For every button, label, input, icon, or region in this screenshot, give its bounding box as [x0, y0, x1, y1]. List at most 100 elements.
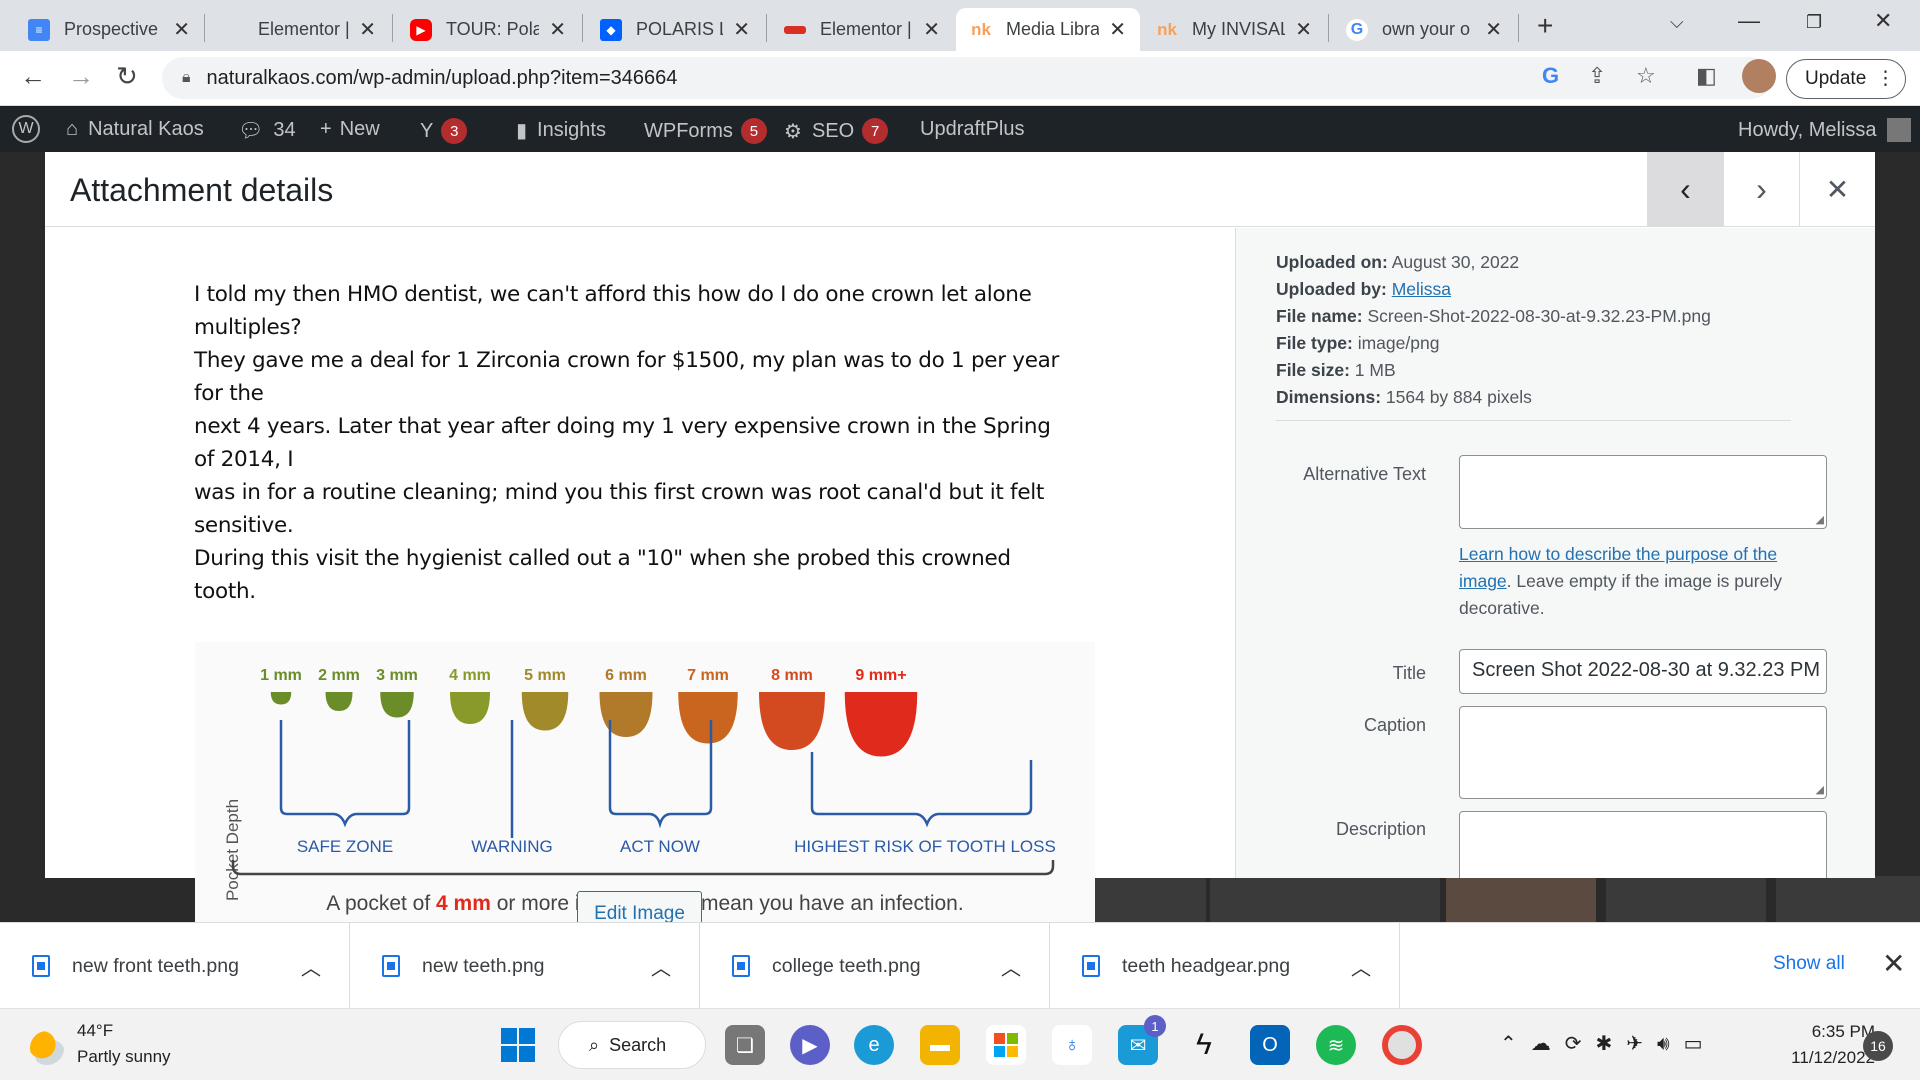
google-icon: G	[1346, 18, 1368, 41]
close-tab-icon[interactable]: ✕	[1109, 17, 1126, 42]
media-thumbnail[interactable]	[1446, 876, 1596, 922]
close-tab-icon[interactable]: ✕	[549, 17, 566, 42]
image-text-line: I told my then HMO dentist, we can't aff…	[194, 282, 1032, 340]
close-downloads-bar-button[interactable]: ✕	[1882, 947, 1905, 980]
chevron-up-icon[interactable]: ︿	[301, 952, 321, 981]
microsoft-store-icon[interactable]	[986, 1025, 1026, 1065]
media-thumbnail[interactable]	[1606, 876, 1766, 922]
pocket-shape	[521, 692, 569, 731]
tab-search-chevron-icon[interactable]: ⌵	[1670, 12, 1684, 33]
system-tray[interactable]: ⌃☁⟳✱✈🔊︎▭	[1500, 1031, 1717, 1056]
chevron-up-icon[interactable]: ︿	[651, 952, 671, 981]
new-content-link[interactable]: + New	[320, 118, 380, 141]
chevron-up-icon[interactable]: ︿	[1001, 952, 1021, 981]
side-panel-icon[interactable]: ◧	[1696, 63, 1717, 89]
tab-my-invisalign[interactable]: nk My INVISAL ✕	[1142, 8, 1326, 51]
download-item[interactable]: teeth headgear.png ︿	[1050, 923, 1400, 1009]
site-name-link[interactable]: ⌂ Natural Kaos	[66, 118, 204, 141]
close-tab-icon[interactable]: ✕	[359, 17, 376, 42]
wpforms-link[interactable]: WPForms 5	[644, 118, 767, 144]
bookmark-star-icon[interactable]: ☆	[1636, 63, 1656, 89]
download-item[interactable]: college teeth.png ︿	[700, 923, 1050, 1009]
mail-icon[interactable]: ✉ 1	[1118, 1015, 1166, 1065]
uploaded-by-link[interactable]: Melissa	[1392, 279, 1451, 299]
new-tab-button[interactable]: +	[1537, 10, 1553, 42]
comments-link[interactable]: 💬︎ 34	[238, 118, 296, 143]
clock-time[interactable]: 6:35 PM	[1780, 1022, 1875, 1042]
chrome-icon[interactable]	[1382, 1025, 1422, 1065]
pocket-shape	[844, 692, 918, 757]
close-window-button[interactable]: ✕	[1874, 8, 1892, 34]
image-file-icon	[32, 955, 50, 977]
title-field[interactable]: Screen Shot 2022-08-30 at 9.32.23 PM	[1459, 649, 1827, 694]
address-bar[interactable]: 🔒︎ naturalkaos.com/wp-admin/upload.php?i…	[162, 57, 1772, 99]
tab-elementor-1[interactable]: Elementor | ✕	[208, 8, 390, 51]
tab-title: TOUR: Polar	[446, 19, 540, 39]
description-field[interactable]	[1459, 811, 1827, 878]
download-item[interactable]: new front teeth.png ︿	[0, 923, 350, 1009]
weather-temperature[interactable]: 44°F	[77, 1021, 113, 1041]
update-button[interactable]: Update ⋮	[1786, 59, 1906, 99]
description-label: Description	[1335, 819, 1426, 839]
close-tab-icon[interactable]: ✕	[733, 17, 750, 42]
tab-media-library[interactable]: nk Media Libra ✕	[956, 8, 1140, 51]
tab-elementor-2[interactable]: Elementor | ✕	[770, 8, 954, 51]
close-tab-icon[interactable]: ✕	[1485, 17, 1502, 42]
reload-button[interactable]: ↻	[116, 61, 138, 92]
share-icon[interactable]: ⇪	[1588, 63, 1606, 89]
google-lens-icon[interactable]: G	[1542, 63, 1559, 89]
pocket-shape	[450, 692, 490, 724]
resize-grip-icon[interactable]: ◢	[1816, 513, 1824, 526]
close-modal-button[interactable]: ✕	[1799, 152, 1875, 227]
mail-badge: 1	[1144, 1015, 1166, 1037]
media-thumbnail[interactable]	[1776, 876, 1920, 922]
resize-grip-icon[interactable]: ◢	[1816, 783, 1824, 796]
caption-field[interactable]: ◢	[1459, 706, 1827, 799]
uploaded-on-row: Uploaded on: August 30, 2022	[1276, 252, 1519, 273]
show-all-downloads-link[interactable]: Show all	[1773, 953, 1845, 975]
alt-text-field[interactable]: ◢	[1459, 455, 1827, 529]
howdy-user-link[interactable]: Howdy, Melissa	[1738, 118, 1911, 142]
seo-link[interactable]: ⚙ SEO 7	[784, 118, 889, 144]
taskbar-search-button[interactable]: ⌕ Search	[558, 1021, 706, 1069]
pocket-shape	[599, 692, 653, 737]
task-view-icon[interactable]: ❏	[725, 1025, 765, 1065]
image-text-line: They gave me a deal for 1 Zirconia crown…	[194, 348, 1060, 406]
weather-description[interactable]: Partly sunny	[77, 1047, 171, 1067]
edge-icon[interactable]: e	[854, 1025, 894, 1065]
windows-start-icon[interactable]	[498, 1025, 538, 1065]
attachment-info-sidebar: Uploaded on: August 30, 2022 Uploaded by…	[1235, 228, 1875, 878]
close-tab-icon[interactable]: ✕	[1295, 17, 1312, 42]
tab-youtube-tour[interactable]: ▶ TOUR: Polar ✕	[396, 8, 580, 51]
previous-attachment-button[interactable]: ‹	[1647, 152, 1723, 227]
restore-button[interactable]: ❐	[1806, 12, 1822, 33]
chevron-left-icon: ‹	[1680, 171, 1691, 207]
download-item[interactable]: new teeth.png ︿	[350, 923, 700, 1009]
tab-prospective[interactable]: ≡ Prospective ✕	[14, 8, 204, 51]
clock-date[interactable]: 11/12/2022	[1770, 1048, 1875, 1068]
media-thumbnail[interactable]	[1210, 876, 1440, 922]
tab-dropbox-polaris[interactable]: ◆ POLARIS LO ✕	[586, 8, 764, 51]
medal-app-icon[interactable]: ♁	[1052, 1025, 1092, 1065]
teams-chat-icon[interactable]: ▶	[790, 1025, 830, 1065]
insights-link[interactable]: ▮ Insights	[516, 118, 606, 143]
weather-icon[interactable]	[30, 1031, 64, 1065]
file-explorer-icon[interactable]: ▬	[920, 1025, 960, 1065]
minimize-button[interactable]: —	[1738, 8, 1760, 34]
spotify-icon[interactable]: ≋	[1316, 1025, 1356, 1065]
notifications-badge[interactable]: 16	[1863, 1031, 1893, 1061]
profile-avatar[interactable]	[1742, 59, 1776, 93]
tab-google-own-your[interactable]: G own your o ✕	[1332, 8, 1516, 51]
yoast-link[interactable]: Y 3	[420, 118, 468, 144]
depth-label: 3 mm	[376, 667, 418, 684]
wordpress-logo-icon[interactable]: W	[12, 115, 40, 143]
close-tab-icon[interactable]: ✕	[923, 17, 940, 42]
forward-button[interactable]: →	[68, 61, 94, 92]
outlook-icon[interactable]: O	[1250, 1025, 1290, 1065]
back-button[interactable]: ←	[20, 61, 46, 92]
chevron-up-icon[interactable]: ︿	[1351, 952, 1371, 981]
next-attachment-button[interactable]: ›	[1723, 152, 1799, 227]
close-tab-icon[interactable]: ✕	[173, 17, 190, 42]
updraftplus-link[interactable]: UpdraftPlus	[920, 118, 1025, 141]
lightning-app-icon[interactable]: ϟ	[1184, 1025, 1224, 1065]
